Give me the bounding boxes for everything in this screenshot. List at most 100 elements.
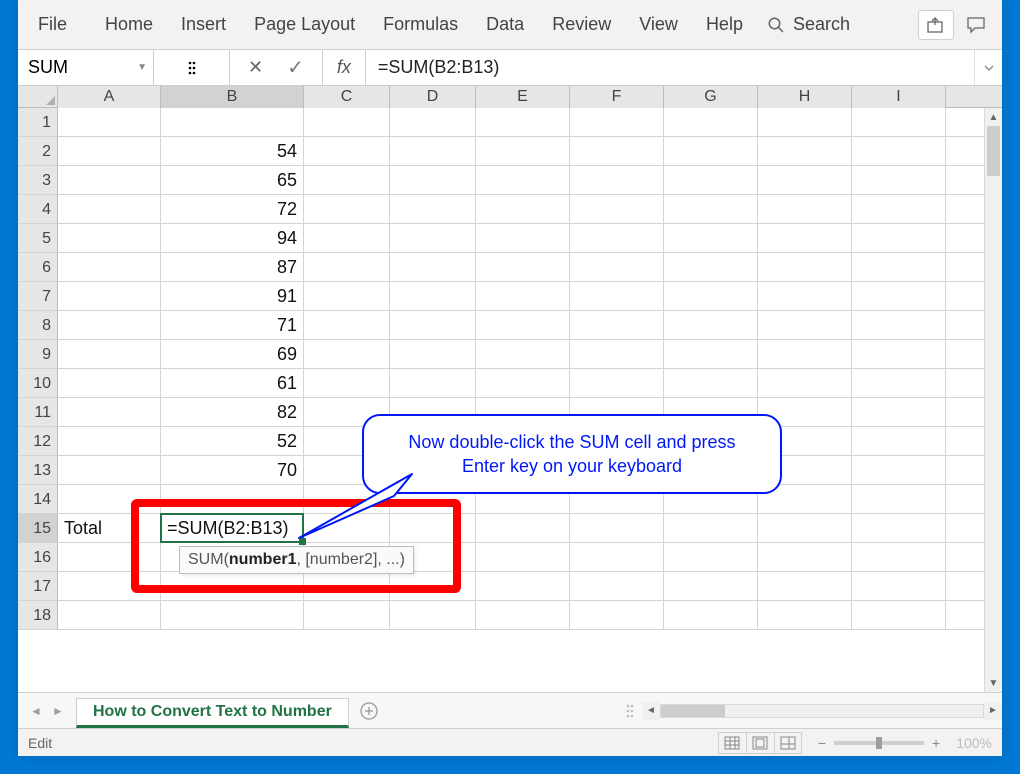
cell-G10[interactable] xyxy=(664,369,758,398)
column-header-F[interactable]: F xyxy=(570,86,664,108)
ribbon-tab-view[interactable]: View xyxy=(625,6,692,43)
cell-H4[interactable] xyxy=(758,195,852,224)
ribbon-tab-page-layout[interactable]: Page Layout xyxy=(240,6,369,43)
cell-A1[interactable] xyxy=(58,108,161,137)
cell-B14[interactable] xyxy=(161,485,304,514)
cell-G8[interactable] xyxy=(664,311,758,340)
cell-G1[interactable] xyxy=(664,108,758,137)
row-header-13[interactable]: 13 xyxy=(18,456,58,485)
cell-G7[interactable] xyxy=(664,282,758,311)
cell-D10[interactable] xyxy=(390,369,476,398)
cell-C7[interactable] xyxy=(304,282,390,311)
cell-I16[interactable] xyxy=(852,543,946,572)
cell-B10[interactable]: 61 xyxy=(161,369,304,398)
cell-F17[interactable] xyxy=(570,572,664,601)
cell-E4[interactable] xyxy=(476,195,570,224)
cell-B11[interactable]: 82 xyxy=(161,398,304,427)
row-header-10[interactable]: 10 xyxy=(18,369,58,398)
cell-D2[interactable] xyxy=(390,137,476,166)
add-sheet-button[interactable] xyxy=(349,702,389,720)
ribbon-tab-file[interactable]: File xyxy=(26,6,91,43)
cell-H5[interactable] xyxy=(758,224,852,253)
zoom-percent-label[interactable]: 100% xyxy=(948,735,992,751)
cell-E1[interactable] xyxy=(476,108,570,137)
column-header-E[interactable]: E xyxy=(476,86,570,108)
cell-I14[interactable] xyxy=(852,485,946,514)
cell-F18[interactable] xyxy=(570,601,664,630)
cell-I11[interactable] xyxy=(852,398,946,427)
row-header-5[interactable]: 5 xyxy=(18,224,58,253)
vertical-scrollbar[interactable]: ▲ ▼ xyxy=(984,108,1002,692)
cell-I4[interactable] xyxy=(852,195,946,224)
cell-F5[interactable] xyxy=(570,224,664,253)
cell-E15[interactable] xyxy=(476,514,570,543)
cell-I9[interactable] xyxy=(852,340,946,369)
ribbon-search[interactable]: Search xyxy=(757,14,860,35)
row-header-15[interactable]: 15 xyxy=(18,514,58,543)
cell-A9[interactable] xyxy=(58,340,161,369)
cell-B13[interactable]: 70 xyxy=(161,456,304,485)
cell-H10[interactable] xyxy=(758,369,852,398)
cell-A11[interactable] xyxy=(58,398,161,427)
scroll-down-icon[interactable]: ▼ xyxy=(985,674,1002,692)
row-header-8[interactable]: 8 xyxy=(18,311,58,340)
cell-E8[interactable] xyxy=(476,311,570,340)
cell-I18[interactable] xyxy=(852,601,946,630)
cell-B17[interactable] xyxy=(161,572,304,601)
cell-C4[interactable] xyxy=(304,195,390,224)
cell-I7[interactable] xyxy=(852,282,946,311)
cell-A3[interactable] xyxy=(58,166,161,195)
ribbon-tab-formulas[interactable]: Formulas xyxy=(369,6,472,43)
formula-bar-expand-button[interactable] xyxy=(974,50,1002,85)
cell-F15[interactable] xyxy=(570,514,664,543)
cell-C17[interactable] xyxy=(304,572,390,601)
cell-E16[interactable] xyxy=(476,543,570,572)
cell-B1[interactable] xyxy=(161,108,304,137)
scroll-left-icon[interactable]: ◄ xyxy=(642,702,660,720)
cell-B15[interactable]: =SUM(B2:B13) xyxy=(161,514,304,543)
row-header-1[interactable]: 1 xyxy=(18,108,58,137)
cell-H8[interactable] xyxy=(758,311,852,340)
cell-F16[interactable] xyxy=(570,543,664,572)
column-header-C[interactable]: C xyxy=(304,86,390,108)
cell-I15[interactable] xyxy=(852,514,946,543)
cell-I5[interactable] xyxy=(852,224,946,253)
cell-F1[interactable] xyxy=(570,108,664,137)
cell-A17[interactable] xyxy=(58,572,161,601)
cell-D7[interactable] xyxy=(390,282,476,311)
cell-H1[interactable] xyxy=(758,108,852,137)
cell-G16[interactable] xyxy=(664,543,758,572)
cell-I17[interactable] xyxy=(852,572,946,601)
cell-F9[interactable] xyxy=(570,340,664,369)
cell-D6[interactable] xyxy=(390,253,476,282)
cell-D1[interactable] xyxy=(390,108,476,137)
cell-F6[interactable] xyxy=(570,253,664,282)
view-page-layout-button[interactable] xyxy=(746,732,774,754)
row-header-7[interactable]: 7 xyxy=(18,282,58,311)
ribbon-tab-data[interactable]: Data xyxy=(472,6,538,43)
column-header-D[interactable]: D xyxy=(390,86,476,108)
row-header-4[interactable]: 4 xyxy=(18,195,58,224)
cell-C8[interactable] xyxy=(304,311,390,340)
cell-E10[interactable] xyxy=(476,369,570,398)
formula-bar-handle[interactable] xyxy=(154,50,230,85)
cell-H18[interactable] xyxy=(758,601,852,630)
cell-A18[interactable] xyxy=(58,601,161,630)
row-header-6[interactable]: 6 xyxy=(18,253,58,282)
row-header-16[interactable]: 16 xyxy=(18,543,58,572)
view-normal-button[interactable] xyxy=(718,732,746,754)
cell-H9[interactable] xyxy=(758,340,852,369)
formula-bar-input[interactable]: =SUM(B2:B13) xyxy=(366,50,974,85)
column-header-B[interactable]: B xyxy=(161,86,304,108)
horizontal-scrollbar[interactable]: ◄ ► xyxy=(642,702,1002,720)
share-button[interactable] xyxy=(918,10,954,40)
cell-H2[interactable] xyxy=(758,137,852,166)
cell-E7[interactable] xyxy=(476,282,570,311)
cell-I6[interactable] xyxy=(852,253,946,282)
cell-B2[interactable]: 54 xyxy=(161,137,304,166)
column-header-G[interactable]: G xyxy=(664,86,758,108)
fx-label[interactable]: fx xyxy=(323,50,366,85)
cell-F4[interactable] xyxy=(570,195,664,224)
row-header-3[interactable]: 3 xyxy=(18,166,58,195)
cell-A7[interactable] xyxy=(58,282,161,311)
